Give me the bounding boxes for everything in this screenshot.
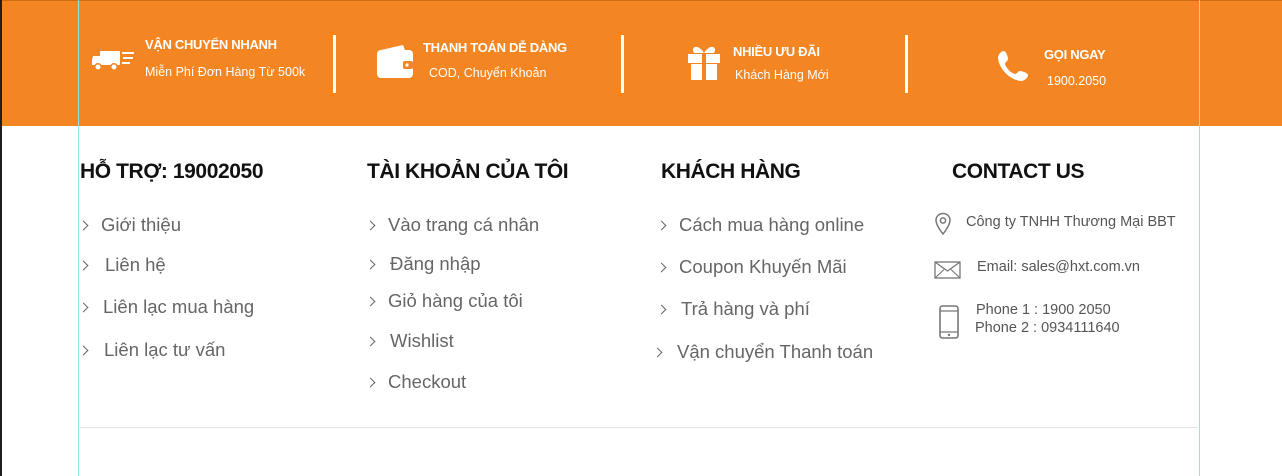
- contact-phone-1[interactable]: Phone 1 : 1900 2050: [976, 302, 1111, 318]
- link-label: Liên lạc mua hàng: [103, 296, 255, 317]
- feature-title: GỌI NGAY: [1044, 47, 1106, 62]
- customer-column: KHÁCH HÀNG: [661, 160, 801, 184]
- feature-hotline: GỌI NGAY 1900.2050: [910, 1, 1200, 127]
- contact-phones: Phone 1 : 1900 2050 Phone 2 : 0934111640: [934, 302, 1194, 342]
- layout-guide-right: [1199, 0, 1200, 476]
- phone-icon: [996, 49, 1030, 88]
- gift-icon: [686, 43, 722, 86]
- truck-icon: [90, 48, 136, 79]
- chevron-right-icon: [365, 377, 376, 387]
- support-title: HỖ TRỢ: 19002050: [80, 160, 264, 183]
- footer-link-purchase-contact[interactable]: Liên lạc mua hàng: [78, 296, 255, 318]
- chevron-right-icon: [78, 302, 89, 312]
- divider: [333, 35, 336, 93]
- chevron-right-icon: [78, 345, 89, 355]
- feature-bar: VẬN CHUYỂN NHANH Miễn Phí Đơn Hàng Từ 50…: [2, 0, 1282, 126]
- feature-subtitle: Khách Hàng Mới: [735, 68, 829, 82]
- footer-link-login[interactable]: Đăng nhập: [365, 253, 481, 275]
- feature-subtitle: 1900.2050: [1047, 74, 1107, 88]
- link-label: Cách mua hàng online: [679, 214, 865, 235]
- chevron-right-icon: [365, 296, 376, 306]
- envelope-icon: [934, 261, 961, 283]
- divider: [905, 35, 908, 93]
- contact-title: CONTACT US: [952, 160, 1085, 183]
- chevron-right-icon: [656, 304, 667, 314]
- wallet-icon: [375, 44, 415, 85]
- chevron-right-icon: [365, 259, 376, 269]
- feature-shipping: VẬN CHUYỂN NHANH Miễn Phí Đơn Hàng Từ 50…: [2, 1, 332, 127]
- footer-link-shipping-payment[interactable]: Vận chuyển Thanh toán: [652, 341, 874, 363]
- link-label: Giỏ hàng của tôi: [388, 290, 523, 311]
- divider: [621, 35, 624, 93]
- chevron-right-icon: [365, 336, 376, 346]
- contact-email-text[interactable]: Email: sales@hxt.com.vn: [977, 259, 1140, 275]
- link-label: Wishlist: [390, 330, 454, 351]
- footer-link-consulting[interactable]: Liên lạc tư vấn: [78, 339, 226, 361]
- chevron-right-icon: [656, 220, 667, 230]
- contact-company: Công ty TNHH Thương Mại BBT: [966, 214, 1176, 230]
- link-label: Đăng nhập: [390, 253, 481, 274]
- footer-link-contact[interactable]: Liên hệ: [78, 254, 166, 276]
- chevron-right-icon: [365, 220, 376, 230]
- link-label: Trả hàng và phí: [681, 298, 810, 319]
- chevron-right-icon: [78, 260, 89, 270]
- contact-column: CONTACT US: [952, 160, 1085, 184]
- account-title: TÀI KHOẢN CỦA TÔI: [367, 160, 569, 183]
- support-column: HỖ TRỢ: 19002050: [80, 160, 264, 184]
- feature-title: VẬN CHUYỂN NHANH: [145, 37, 277, 52]
- footer-link-about[interactable]: Giới thiệu: [78, 214, 181, 236]
- feature-payment: THANH TOÁN DỄ DÀNG COD, Chuyển Khoản: [338, 1, 623, 127]
- chevron-right-icon: [78, 220, 89, 230]
- chevron-right-icon: [656, 262, 667, 272]
- link-label: Checkout: [388, 371, 467, 392]
- feature-title: NHIỀU ƯU ĐÃI: [733, 44, 820, 59]
- footer-link-cart[interactable]: Giỏ hàng của tôi: [365, 290, 523, 312]
- link-label: Liên hệ: [105, 254, 166, 275]
- account-column: TÀI KHOẢN CỦA TÔI: [367, 160, 569, 184]
- layout-guide-left: [78, 0, 79, 476]
- footer-link-how-to-buy[interactable]: Cách mua hàng online: [656, 214, 865, 236]
- customer-title: KHÁCH HÀNG: [661, 160, 801, 183]
- link-label: Giới thiệu: [101, 214, 181, 235]
- feature-offers: NHIỀU ƯU ĐÃI Khách Hàng Mới: [626, 1, 906, 127]
- footer-link-checkout[interactable]: Checkout: [365, 371, 467, 393]
- footer-link-wishlist[interactable]: Wishlist: [365, 330, 454, 352]
- contact-address: Công ty TNHH Thương Mại BBT: [934, 212, 1194, 236]
- chevron-right-icon: [652, 347, 663, 357]
- footer-link-coupon[interactable]: Coupon Khuyến Mãi: [656, 256, 847, 278]
- contact-phone-2[interactable]: Phone 2 : 0934111640: [975, 320, 1120, 336]
- link-label: Coupon Khuyến Mãi: [679, 256, 847, 277]
- feature-subtitle: Miễn Phí Đơn Hàng Từ 500k: [145, 65, 306, 79]
- footer-link-profile[interactable]: Vào trang cá nhân: [365, 214, 540, 236]
- footer-divider: [80, 427, 1198, 428]
- link-label: Vận chuyển Thanh toán: [677, 341, 874, 362]
- contact-email: Email: sales@hxt.com.vn: [934, 258, 1194, 282]
- feature-title: THANH TOÁN DỄ DÀNG: [423, 40, 567, 55]
- location-pin-icon: [934, 212, 952, 240]
- footer-link-returns[interactable]: Trả hàng và phí: [656, 298, 810, 320]
- feature-subtitle: COD, Chuyển Khoản: [429, 66, 547, 80]
- link-label: Liên lạc tư vấn: [104, 339, 226, 360]
- mobile-phone-icon: [938, 305, 960, 343]
- link-label: Vào trang cá nhân: [388, 214, 540, 235]
